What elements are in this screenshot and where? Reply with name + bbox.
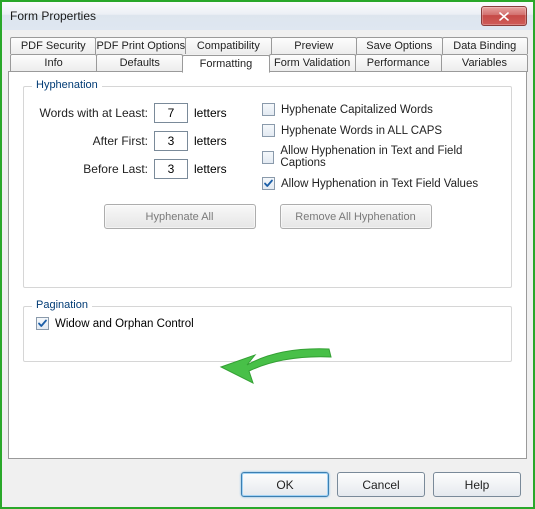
checkbox-widow-orphan[interactable]: Widow and Orphan Control — [36, 317, 499, 330]
checkbox-box — [262, 124, 275, 137]
label-after-first: After First: — [36, 134, 148, 148]
help-button[interactable]: Help — [433, 472, 521, 497]
label-before-last: Before Last: — [36, 162, 148, 176]
unit-after-first: letters — [194, 134, 236, 148]
group-hyphenation: Hyphenation Words with at Least: letters… — [23, 86, 512, 288]
tab-defaults[interactable]: Defaults — [96, 54, 183, 72]
tab-pdf-print-options[interactable]: PDF Print Options — [95, 37, 186, 54]
unit-before-last: letters — [194, 162, 236, 176]
checkbox-box — [262, 177, 275, 190]
tab-save-options[interactable]: Save Options — [356, 37, 442, 54]
checkbox-hyphenate-allcaps[interactable]: Hyphenate Words in ALL CAPS — [262, 124, 499, 137]
close-button[interactable] — [481, 6, 527, 26]
tab-row-top: PDF Security PDF Print Options Compatibi… — [10, 36, 527, 53]
tab-performance[interactable]: Performance — [355, 54, 442, 72]
tab-info[interactable]: Info — [10, 54, 97, 72]
hyphenation-left-column: Words with at Least: letters After First… — [36, 103, 236, 198]
checkbox-box — [36, 317, 49, 330]
check-icon — [37, 318, 48, 329]
checkbox-label: Hyphenate Capitalized Words — [281, 104, 433, 116]
titlebar: Form Properties — [2, 2, 533, 31]
dialog-footer: OK Cancel Help — [241, 472, 521, 497]
close-icon — [499, 12, 509, 21]
group-pagination-legend: Pagination — [32, 299, 92, 311]
tab-compatibility[interactable]: Compatibility — [185, 37, 271, 54]
checkbox-label: Allow Hyphenation in Text and Field Capt… — [280, 145, 499, 169]
checkbox-label: Widow and Orphan Control — [55, 318, 194, 330]
checkbox-hyphenate-capitalized[interactable]: Hyphenate Capitalized Words — [262, 103, 499, 116]
tab-panel-formatting: Hyphenation Words with at Least: letters… — [8, 71, 527, 459]
window-title: Form Properties — [10, 9, 96, 23]
check-icon — [263, 178, 274, 189]
hyphenation-right-column: Hyphenate Capitalized Words Hyphenate Wo… — [262, 103, 499, 198]
input-words-at-least[interactable] — [154, 103, 188, 123]
unit-words-at-least: letters — [194, 106, 236, 120]
checkbox-allow-captions[interactable]: Allow Hyphenation in Text and Field Capt… — [262, 145, 499, 169]
tab-preview[interactable]: Preview — [271, 37, 357, 54]
remove-all-hyphenation-button[interactable]: Remove All Hyphenation — [280, 204, 432, 229]
input-after-first[interactable] — [154, 131, 188, 151]
hyphenation-button-bar: Hyphenate All Remove All Hyphenation — [36, 204, 499, 229]
input-before-last[interactable] — [154, 159, 188, 179]
tab-row-bottom: Info Defaults Formatting Form Validation… — [10, 53, 527, 71]
hyphenate-all-button[interactable]: Hyphenate All — [104, 204, 256, 229]
client-area: PDF Security PDF Print Options Compatibi… — [2, 30, 533, 507]
group-pagination: Pagination Widow and Orphan Control — [23, 306, 512, 362]
checkbox-allow-values[interactable]: Allow Hyphenation in Text Field Values — [262, 177, 499, 190]
tab-variables[interactable]: Variables — [441, 54, 528, 72]
tab-form-validation[interactable]: Form Validation — [269, 54, 356, 72]
window: Form Properties PDF Security PDF Print O… — [0, 0, 535, 509]
ok-button[interactable]: OK — [241, 472, 329, 497]
cancel-button[interactable]: Cancel — [337, 472, 425, 497]
label-words-at-least: Words with at Least: — [36, 106, 148, 120]
checkbox-label: Hyphenate Words in ALL CAPS — [281, 125, 442, 137]
checkbox-box — [262, 103, 275, 116]
checkbox-label: Allow Hyphenation in Text Field Values — [281, 178, 478, 190]
tab-formatting[interactable]: Formatting — [182, 55, 269, 73]
checkbox-box — [262, 151, 274, 164]
tab-pdf-security[interactable]: PDF Security — [10, 37, 96, 54]
group-hyphenation-legend: Hyphenation — [32, 79, 102, 91]
tab-data-binding[interactable]: Data Binding — [442, 37, 528, 54]
